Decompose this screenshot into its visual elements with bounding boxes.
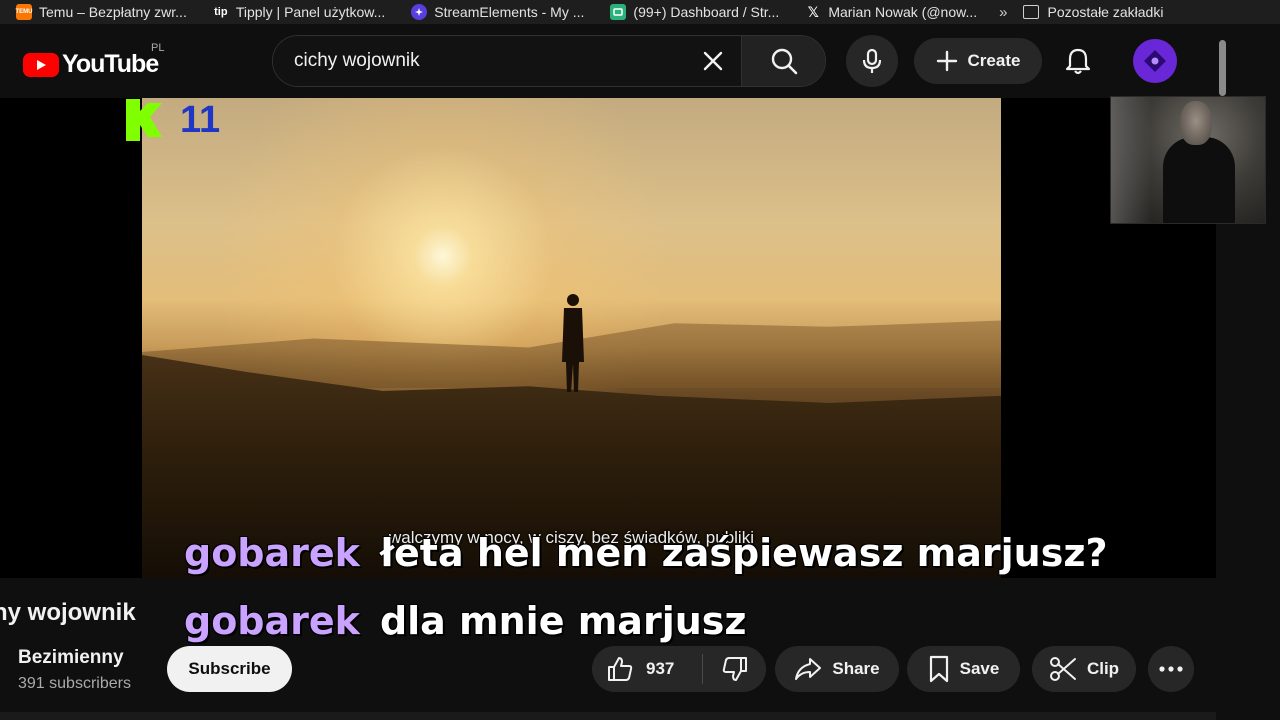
youtube-logo[interactable]: YouTube: [23, 50, 159, 79]
thumbs-down-icon: [722, 657, 747, 681]
bookmark-label: StreamElements - My ...: [434, 4, 585, 20]
voice-search-button[interactable]: [846, 35, 898, 87]
webcam-light: [1111, 97, 1151, 223]
bookmarks-bar: TEMU Temu – Bezpłatny zwr... tip Tipply …: [0, 0, 1280, 24]
streamelements-icon: [411, 4, 428, 20]
bookmark-label: (99+) Dashboard / Str...: [633, 4, 780, 20]
bookmark-icon: [929, 655, 948, 683]
share-label: Share: [832, 659, 880, 678]
kick-logo-icon: [126, 99, 162, 141]
bookmark-temu[interactable]: TEMU Temu – Bezpłatny zwr...: [0, 0, 197, 24]
other-bookmarks-label: Pozostałe zakładki: [1047, 4, 1164, 20]
close-icon: [703, 51, 723, 71]
share-icon: [795, 658, 822, 680]
search-input[interactable]: [273, 36, 685, 86]
bookmark-x-profile[interactable]: 𝕏 Marian Nowak (@now...: [789, 0, 987, 24]
chat-username: gobarek: [184, 599, 360, 643]
create-button[interactable]: Create: [914, 38, 1042, 84]
page-scrollbar[interactable]: [1219, 40, 1226, 96]
clip-button[interactable]: Clip: [1032, 646, 1136, 692]
channel-name[interactable]: Bezimienny: [18, 647, 124, 669]
youtube-play-icon: [23, 52, 59, 77]
more-horizontal-icon: [1159, 666, 1183, 672]
notifications-button[interactable]: [1058, 41, 1098, 81]
bookmark-label: Temu – Bezpłatny zwr...: [39, 4, 187, 20]
thumbs-up-icon: [608, 657, 633, 681]
search-bar: [272, 35, 826, 87]
chat-text: łeta hel men zaśpiewasz marjusz?: [379, 531, 1108, 575]
tipply-icon: tip: [212, 4, 229, 20]
bookmark-dashboard[interactable]: (99+) Dashboard / Str...: [594, 0, 789, 24]
avatar-logo-icon: [1144, 50, 1166, 72]
clip-label: Clip: [1086, 659, 1120, 678]
webcam-person-body: [1163, 137, 1235, 223]
chat-message: gobarek łeta hel men zaśpiewasz marjusz?: [184, 534, 1108, 572]
like-count: 937: [646, 659, 675, 678]
dislike-button[interactable]: [703, 646, 766, 692]
bookmark-label: Marian Nowak (@now...: [828, 4, 978, 20]
video-title: hy wojownik: [0, 599, 136, 626]
more-actions-button[interactable]: [1148, 646, 1194, 692]
chat-username: gobarek: [184, 531, 360, 575]
clear-search-button[interactable]: [685, 36, 741, 86]
folder-icon: [1023, 5, 1040, 19]
subscribe-button[interactable]: Subscribe: [167, 646, 292, 692]
like-button[interactable]: 937: [592, 646, 702, 692]
save-label: Save: [959, 659, 1000, 678]
save-button[interactable]: Save: [907, 646, 1020, 692]
plus-icon: [936, 50, 957, 72]
chat-text: dla mnie marjusz: [379, 599, 747, 643]
webcam-overlay: [1110, 96, 1266, 224]
silhouette-figure: [562, 294, 584, 392]
dashboard-icon: [610, 4, 627, 20]
search-button[interactable]: [741, 36, 825, 86]
region-code: PL: [151, 42, 165, 54]
share-button[interactable]: Share: [775, 646, 899, 692]
youtube-header: YouTube PL Create: [0, 24, 1216, 98]
bookmark-tipply[interactable]: tip Tipply | Panel użytkow...: [197, 0, 395, 24]
video-frame[interactable]: [142, 98, 1001, 578]
search-icon: [771, 48, 797, 75]
webcam-person-head: [1180, 101, 1212, 145]
bookmark-streamelements[interactable]: StreamElements - My ...: [395, 0, 594, 24]
account-avatar[interactable]: [1133, 39, 1177, 83]
temu-icon: TEMU: [16, 4, 33, 20]
bookmark-label: Tipply | Panel użytkow...: [235, 4, 386, 20]
subscriber-count: 391 subscribers: [18, 675, 131, 692]
below-fold-strip: [0, 712, 1216, 720]
like-dislike-group: 937: [592, 646, 766, 692]
create-label: Create: [967, 51, 1021, 70]
x-icon: 𝕏: [807, 3, 819, 20]
microphone-icon: [862, 48, 882, 73]
bell-icon: [1065, 48, 1091, 75]
scissors-icon: [1049, 657, 1076, 681]
other-bookmarks-folder[interactable]: Pozostałe zakładki: [1023, 4, 1163, 20]
more-bookmarks-chevron-icon[interactable]: »: [999, 4, 1007, 21]
overlay-number: 11: [180, 99, 221, 141]
logo-text: YouTube: [62, 50, 159, 78]
chat-message: gobarek dla mnie marjusz: [184, 602, 747, 640]
